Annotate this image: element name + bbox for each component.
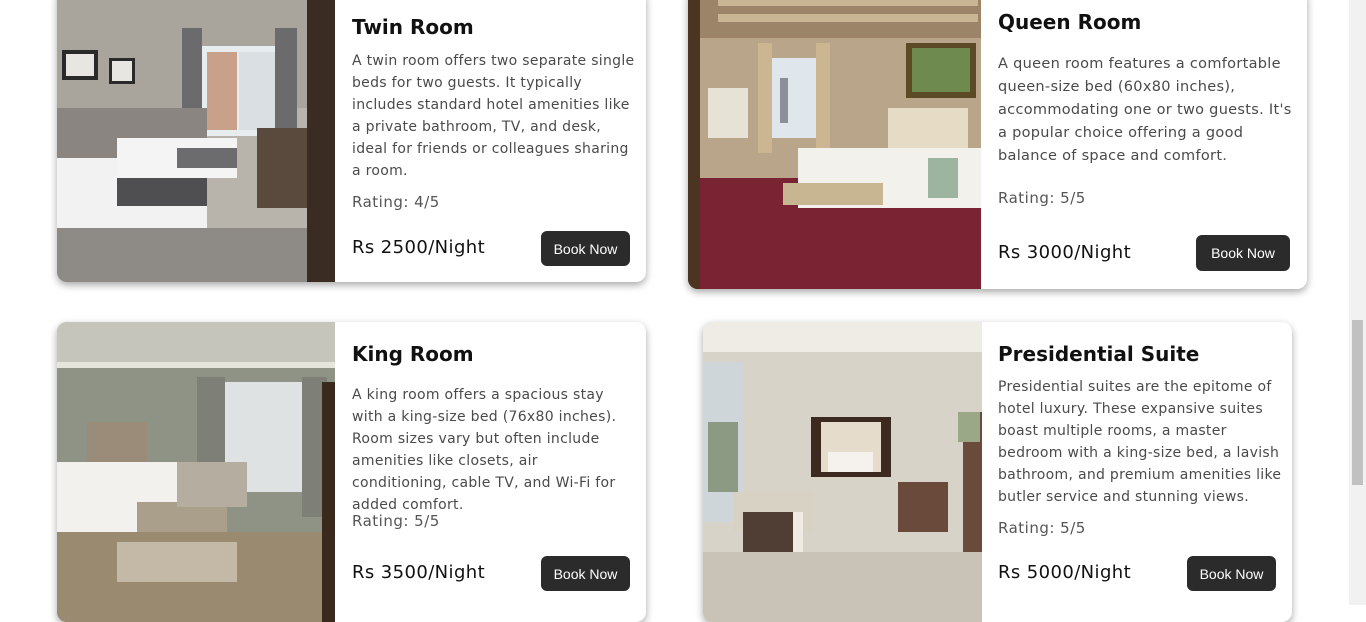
- room-rating: Rating: 5/5: [998, 519, 1086, 537]
- room-price: Rs 3000/Night: [998, 242, 1132, 263]
- book-now-button[interactable]: Book Now: [541, 556, 630, 591]
- room-card-twin: Twin Room A twin room offers two separat…: [57, 0, 646, 282]
- room-photo-queen: [688, 0, 981, 289]
- room-rating: Rating: 4/5: [352, 193, 440, 211]
- room-photo-king: [57, 322, 335, 622]
- room-photo-presidential: [703, 322, 982, 622]
- room-rating: Rating: 5/5: [998, 189, 1086, 207]
- room-photo-twin: [57, 0, 335, 282]
- room-info-king: King Room A king room offers a spacious …: [335, 322, 646, 622]
- scrollbar-thumb[interactable]: [1352, 320, 1363, 485]
- room-info-presidential: Presidential Suite Presidential suites a…: [982, 322, 1292, 622]
- room-price: Rs 2500/Night: [352, 237, 486, 258]
- room-card-queen: Queen Room A queen room features a comfo…: [688, 0, 1307, 289]
- room-title: Twin Room: [352, 15, 474, 39]
- room-price: Rs 3500/Night: [352, 562, 486, 583]
- book-now-button[interactable]: Book Now: [541, 231, 630, 266]
- book-now-button[interactable]: Book Now: [1187, 556, 1276, 591]
- room-info-twin: Twin Room A twin room offers two separat…: [335, 0, 646, 282]
- room-title: King Room: [352, 342, 474, 366]
- room-description: A twin room offers two separate single b…: [352, 53, 635, 179]
- page-scrollbar[interactable]: [1349, 0, 1366, 605]
- room-rating: Rating: 5/5: [352, 512, 440, 530]
- room-title: Presidential Suite: [998, 342, 1200, 366]
- room-description: A king room offers a spacious stay with …: [352, 387, 617, 513]
- room-info-queen: Queen Room A queen room features a comfo…: [981, 0, 1307, 289]
- room-description: Presidential suites are the epitome of h…: [998, 379, 1282, 505]
- room-card-presidential: Presidential Suite Presidential suites a…: [703, 322, 1292, 622]
- room-description: A queen room features a comfortable quee…: [998, 56, 1292, 164]
- room-title: Queen Room: [998, 10, 1142, 34]
- room-price: Rs 5000/Night: [998, 562, 1132, 583]
- book-now-button[interactable]: Book Now: [1196, 235, 1290, 271]
- room-card-king: King Room A king room offers a spacious …: [57, 322, 646, 622]
